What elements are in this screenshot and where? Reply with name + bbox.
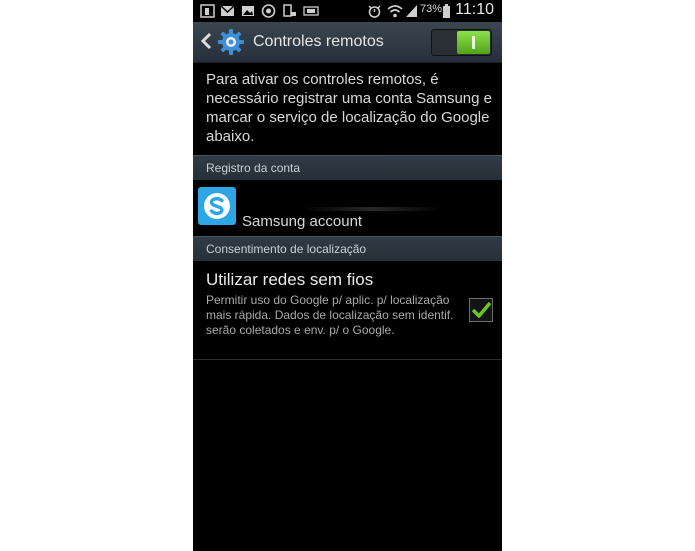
wireless-networks-checkbox[interactable] bbox=[469, 298, 493, 322]
wireless-networks-description: Permitir uso do Google p/ aplic. p/ loca… bbox=[206, 293, 454, 337]
notification-1-icon bbox=[200, 4, 215, 18]
gmail-icon bbox=[220, 5, 235, 16]
section-label: Consentimento de localização bbox=[206, 242, 367, 256]
wireless-networks-title: Utilizar redes sem fios bbox=[206, 270, 374, 289]
toggle-on-indicator bbox=[472, 36, 475, 49]
gallery-icon bbox=[242, 6, 254, 16]
account-label: Samsung account bbox=[242, 213, 363, 230]
master-toggle[interactable] bbox=[431, 29, 492, 56]
divider bbox=[193, 359, 502, 360]
skype-icon bbox=[198, 187, 236, 225]
samsung-account-item[interactable]: Samsung account bbox=[193, 180, 502, 235]
clock: 11:10 bbox=[455, 1, 494, 18]
section-label: Registro da conta bbox=[206, 161, 301, 175]
section-header-account: Registro da conta bbox=[193, 155, 502, 180]
phone-screen: 73% 11:10 Controles remotos Para ativar … bbox=[193, 0, 502, 551]
alarm-icon bbox=[368, 5, 381, 18]
battery-percent: 73% bbox=[420, 3, 443, 15]
status-bar: 73% 11:10 bbox=[193, 0, 502, 22]
page-title: Controles remotos bbox=[253, 33, 384, 50]
back-chevron-icon[interactable] bbox=[200, 31, 212, 51]
gear-icon bbox=[218, 29, 244, 55]
whatsapp-icon bbox=[261, 4, 276, 18]
signal-icon bbox=[406, 5, 417, 17]
action-bar: Controles remotos bbox=[193, 22, 502, 63]
intro-text: Para ativar os controles remotos, é nece… bbox=[206, 71, 492, 145]
section-header-location: Consentimento de localização bbox=[193, 236, 502, 261]
toggle-knob bbox=[457, 31, 490, 54]
blurred-text bbox=[303, 207, 443, 211]
nfc-icon bbox=[303, 6, 319, 16]
battery-icon bbox=[443, 4, 450, 18]
checkmark-icon bbox=[471, 301, 492, 318]
wifi-icon bbox=[387, 5, 403, 18]
usb-icon bbox=[283, 4, 296, 17]
